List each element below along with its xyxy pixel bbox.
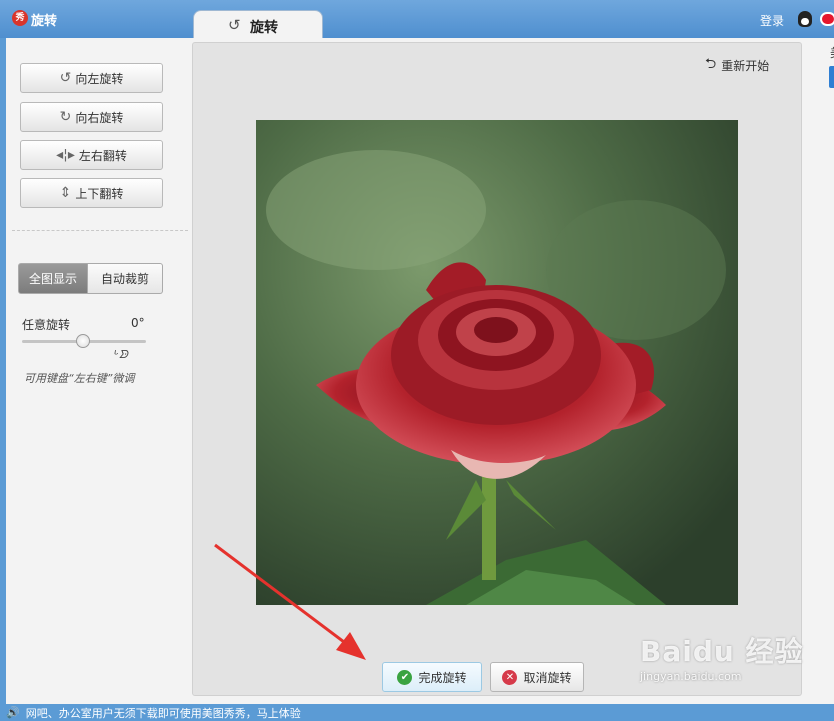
- canvas-area: ⮌ 重新开始 ✔ 完成旋转 ✕ 取消旋转: [192, 42, 802, 696]
- confirm-rotate-button[interactable]: ✔ 完成旋转: [382, 662, 482, 692]
- app-title: 旋转: [31, 14, 58, 29]
- mouse-scribble-icon: ᒡᗦ: [114, 348, 128, 361]
- cancel-rotate-button[interactable]: ✕ 取消旋转: [490, 662, 584, 692]
- confirm-label: 完成旋转: [418, 670, 467, 685]
- rotation-label: 任意旋转: [22, 318, 71, 332]
- rose-photo: [256, 120, 738, 605]
- tab-rotate[interactable]: ↺ 旋转: [193, 10, 323, 40]
- tool-panel: ↺ 向左旋转 ↻ 向右旋转 ◂¦▸ 左右翻转 ⇕ 上下翻转 全图显示 自动裁剪 …: [6, 38, 192, 704]
- status-bar: 🔊 网吧、办公室用户无须下载即可使用美图秀秀，马上体验: [0, 704, 834, 721]
- rotate-left-label: 向左旋转: [75, 71, 124, 86]
- rotate-left-icon: ↺: [59, 70, 72, 86]
- speaker-icon: 🔊: [6, 706, 20, 719]
- rotate-left-icon: ↺: [228, 16, 241, 34]
- right-panel-label: 美: [830, 44, 834, 61]
- qq-icon[interactable]: [798, 11, 812, 27]
- status-text[interactable]: 网吧、办公室用户无须下载即可使用美图秀秀，马上体验: [26, 705, 301, 721]
- right-side-panel: 美: [808, 38, 834, 704]
- restart-label: 重新开始: [721, 58, 770, 73]
- rotate-right-label: 向右旋转: [75, 110, 124, 125]
- flip-vertical-label: 上下翻转: [75, 186, 124, 201]
- weibo-icon[interactable]: [820, 12, 834, 26]
- auto-crop-button[interactable]: 自动裁剪: [88, 263, 163, 294]
- view-mode-toggle: 全图显示 自动裁剪: [18, 263, 163, 294]
- baidu-watermark: Baidu 经验 jingyan.baidu.com: [640, 630, 804, 683]
- tab-label: 旋转: [250, 20, 278, 36]
- flip-horizontal-icon: ◂¦▸: [56, 147, 75, 163]
- flip-horizontal-button[interactable]: ◂¦▸ 左右翻转: [20, 140, 163, 170]
- restart-button[interactable]: ⮌ 重新开始: [705, 53, 769, 77]
- check-icon: ✔: [397, 669, 413, 685]
- app-logo-icon: 秀: [12, 10, 28, 26]
- rotate-right-button[interactable]: ↻ 向右旋转: [20, 102, 163, 132]
- title-bar: 秀 旋转 ↺ 旋转 登录: [0, 0, 834, 40]
- rose-illustration: [256, 120, 738, 605]
- rotate-right-icon: ↻: [59, 109, 72, 125]
- flip-horizontal-label: 左右翻转: [78, 148, 127, 163]
- login-link[interactable]: 登录: [760, 12, 784, 29]
- keyboard-hint: 可用键盘“左右键”微调: [24, 372, 135, 385]
- cancel-label: 取消旋转: [523, 670, 572, 685]
- rotate-left-button[interactable]: ↺ 向左旋转: [20, 63, 163, 93]
- right-panel-tab[interactable]: [829, 66, 834, 88]
- watermark-main: Baidu 经验: [640, 635, 804, 668]
- watermark-sub: jingyan.baidu.com: [640, 670, 742, 683]
- close-icon: ✕: [502, 669, 518, 685]
- undo-icon: ⮌: [705, 56, 717, 72]
- editor-window: ↺ 向左旋转 ↻ 向右旋转 ◂¦▸ 左右翻转 ⇕ 上下翻转 全图显示 自动裁剪 …: [6, 38, 834, 704]
- rotation-slider-thumb[interactable]: [76, 334, 90, 348]
- flip-vertical-button[interactable]: ⇕ 上下翻转: [20, 178, 163, 208]
- rotation-value: 0°: [131, 316, 145, 330]
- flip-vertical-icon: ⇕: [59, 185, 72, 201]
- full-view-button[interactable]: 全图显示: [18, 263, 88, 294]
- divider: [12, 230, 188, 231]
